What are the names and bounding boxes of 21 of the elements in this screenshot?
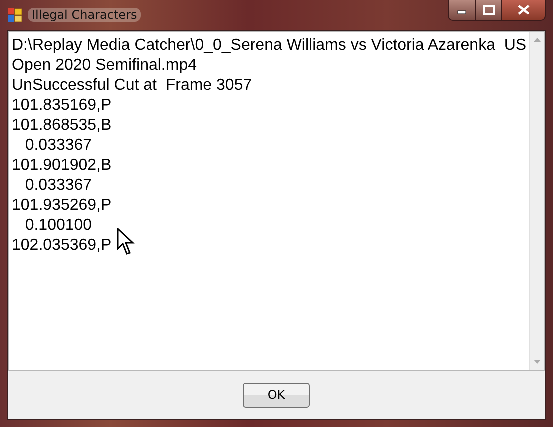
- message-line: D:\Replay Media Catcher\0_0_Serena Williams vs Victoria Azarenka US: [12, 36, 527, 56]
- window-title: Illegal Characters: [28, 8, 142, 22]
- maximize-button[interactable]: [475, 0, 501, 20]
- message-line: 101.868535,B: [12, 116, 112, 136]
- window-icon: [7, 7, 23, 23]
- message-line: 102.035369,P: [12, 236, 112, 256]
- message-line: 0.100100: [24, 216, 92, 236]
- message-text-area[interactable]: [8, 31, 545, 371]
- maximize-icon: [482, 5, 494, 15]
- message-line: 101.901902,B: [12, 156, 112, 176]
- ok-button[interactable]: OK: [243, 382, 310, 408]
- message-line: UnSuccessful Cut at Frame 3057: [12, 76, 252, 96]
- message-line: 101.835169,P: [12, 96, 112, 116]
- message-line: 0.033367: [24, 136, 92, 156]
- minimize-button[interactable]: [449, 0, 475, 20]
- mouse-pointer-icon: [117, 228, 135, 256]
- close-icon: [518, 5, 530, 15]
- message-line: 101.935269,P: [12, 196, 112, 216]
- close-button[interactable]: [501, 0, 545, 20]
- message-line: Open 2020 Semifinal.mp4: [12, 56, 197, 76]
- message-line: 0.033367: [24, 176, 92, 196]
